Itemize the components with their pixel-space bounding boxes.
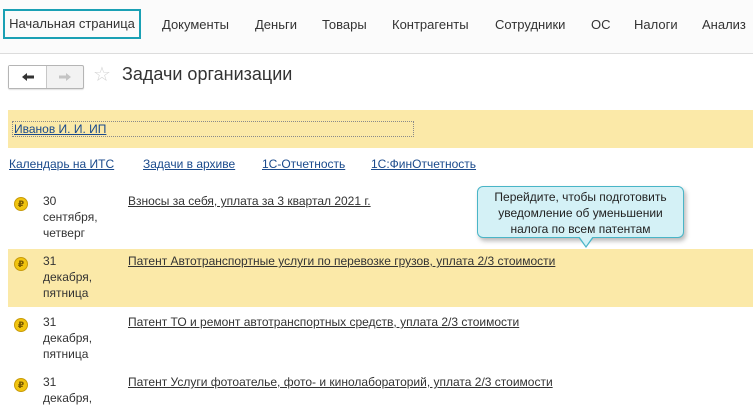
nav-tab-goods[interactable]: Товары [322,17,367,32]
task-link[interactable]: Патент Автотранспортные услуги по перево… [128,254,555,268]
star-icon[interactable]: ☆ [93,64,111,86]
task-row: ₽ 31 декабря, Патент Услуги фотоателье, … [8,370,753,406]
link-1c-fin-reporting[interactable]: 1С:ФинОтчетность [371,157,476,171]
top-navigation-bar: Начальная страница Документы Деньги Това… [0,0,753,54]
task-row-highlighted: ₽ 31 декабря, пятница Патент Автотранспо… [8,249,753,307]
task-date: 30 сентября, четверг [43,194,98,240]
task-link[interactable]: Взносы за себя, уплата за 3 квартал 2021… [128,194,371,208]
nav-tab-counterparties[interactable]: Контрагенты [392,17,469,32]
ruble-coin-icon: ₽ [14,318,28,332]
page-title: Задачи организации [122,64,293,84]
nav-tab-money[interactable]: Деньги [255,17,297,32]
nav-tab-home[interactable]: Начальная страница [3,9,141,39]
organization-link[interactable]: Иванов И. И. ИП [14,122,106,136]
tooltip-pointer-fill [579,236,593,246]
task-date: 31 декабря, пятница [43,254,93,300]
back-button[interactable] [9,66,47,88]
ruble-coin-icon: ₽ [14,378,28,392]
task-link[interactable]: Патент Услуги фотоателье, фото- и кинола… [128,375,553,389]
tooltip-line: уведомление об уменьшении [498,206,663,220]
arrow-left-icon [21,73,34,81]
task-row: ₽ 31 декабря, пятница Патент ТО и ремонт… [8,310,753,368]
ruble-coin-icon: ₽ [14,257,28,271]
task-date: 31 декабря, пятница [43,315,93,361]
history-buttons [8,65,84,89]
forward-button[interactable] [46,66,83,88]
arrow-right-icon [58,73,71,81]
task-date: 31 декабря, [43,375,93,405]
ruble-coin-icon: ₽ [14,197,28,211]
link-its-calendar[interactable]: Календарь на ИТС [9,157,114,171]
nav-tab-employees[interactable]: Сотрудники [495,17,565,32]
tooltip-line: налога по всем патентам [510,222,651,236]
link-1c-reporting[interactable]: 1С-Отчетность [262,157,345,171]
link-archived-tasks[interactable]: Задачи в архиве [143,157,235,171]
tooltip-line: Перейдите, чтобы подготовить [494,190,667,204]
nav-tab-fixed-assets[interactable]: ОС [591,17,611,32]
tooltip: Перейдите, чтобы подготовить уведомление… [477,186,684,238]
nav-tab-taxes[interactable]: Налоги [634,17,678,32]
nav-tab-analysis[interactable]: Анализ [702,17,746,32]
nav-tab-documents[interactable]: Документы [162,17,229,32]
task-link[interactable]: Патент ТО и ремонт автотранспортных сред… [128,315,519,329]
